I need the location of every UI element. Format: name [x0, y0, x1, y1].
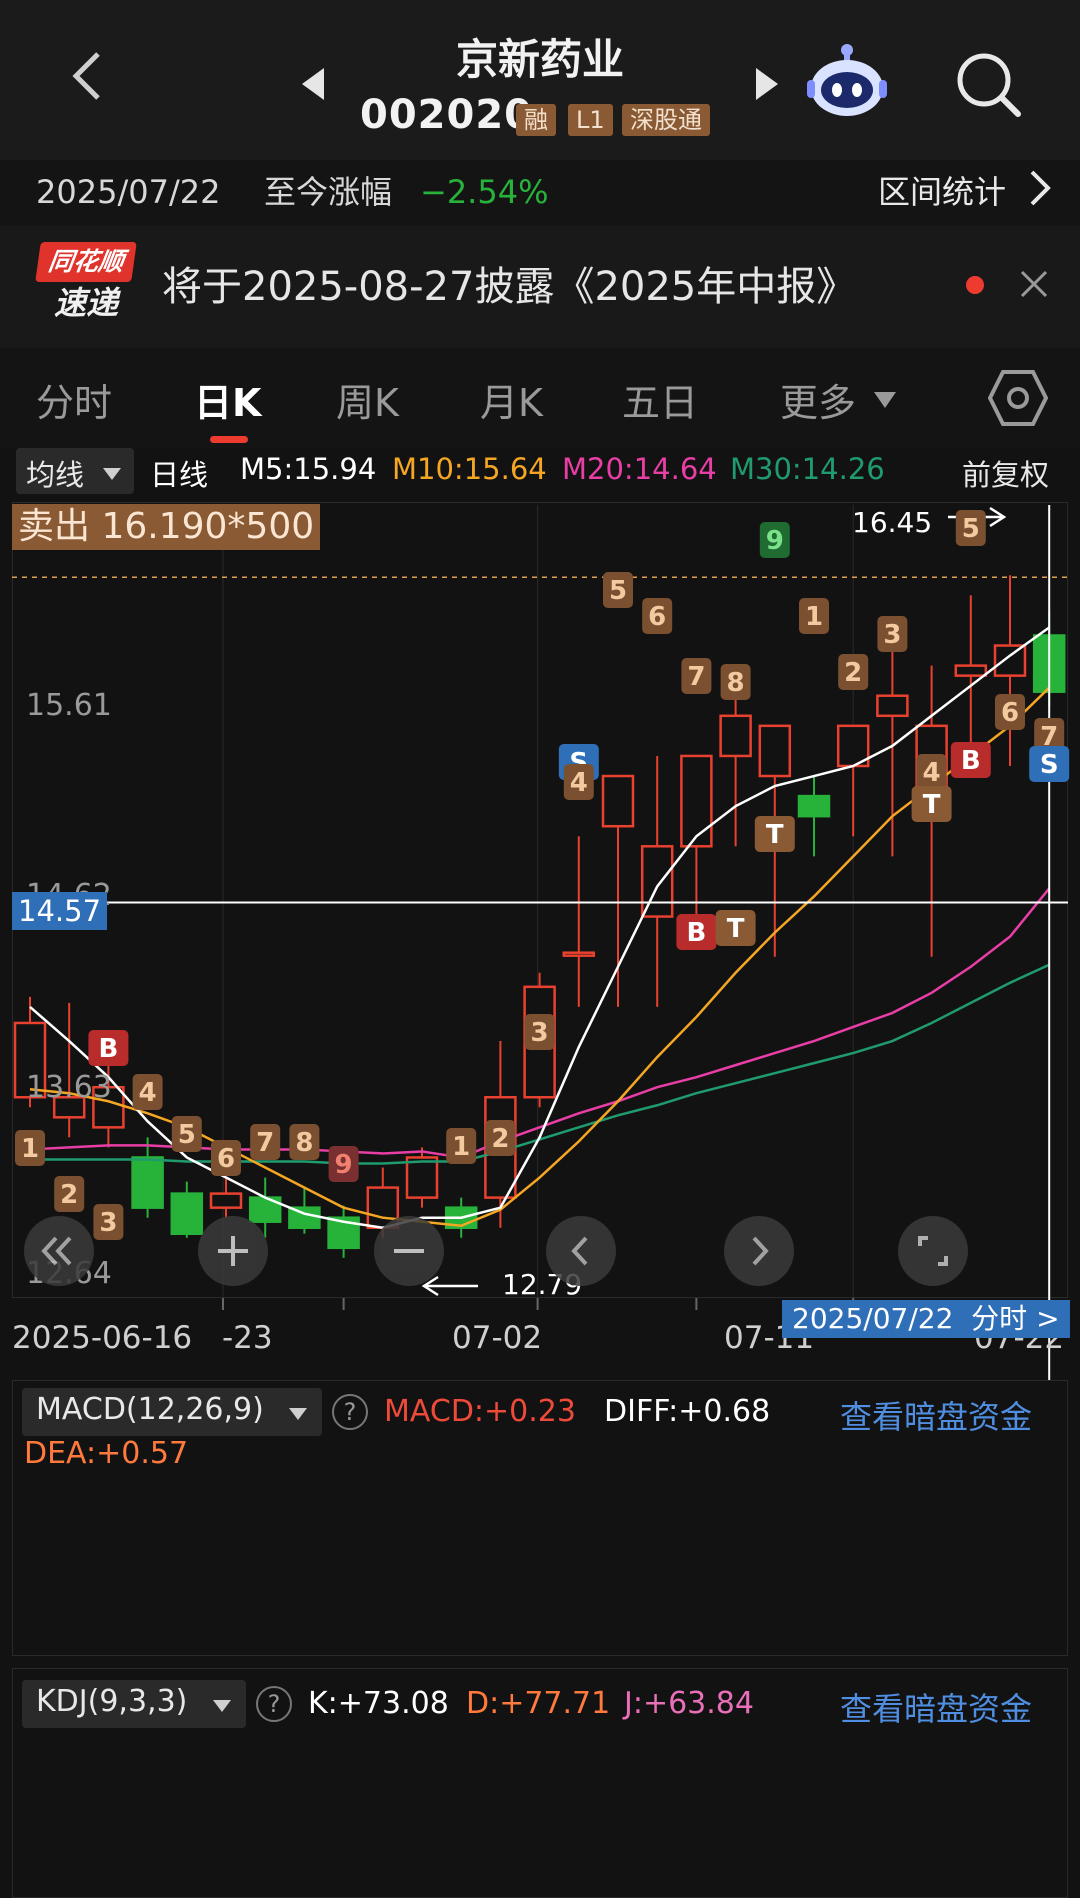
help-icon[interactable]: ? — [256, 1686, 292, 1722]
signal-tag-label: 8 — [295, 1128, 313, 1158]
signal-tag-label: T — [766, 820, 784, 850]
zoom-in-button[interactable] — [198, 1216, 268, 1286]
intraday-date-tag[interactable]: 2025/07/22 分时 > — [782, 1300, 1070, 1338]
signal-tag-label: 3 — [531, 1018, 549, 1048]
signal-tag-label: 5 — [609, 576, 627, 606]
signal-tag-label: 9 — [766, 526, 784, 556]
signal-tag-label: 5 — [178, 1120, 196, 1150]
candle-body — [680, 754, 713, 848]
zoom-out-button[interactable] — [374, 1216, 444, 1286]
signal-tag-label: 3 — [883, 620, 901, 650]
signal-tag-label: 6 — [1001, 698, 1019, 728]
candle-body — [797, 794, 831, 818]
kdj-label: KDJ(9,3,3) — [36, 1684, 188, 1719]
macd-label: MACD(12,26,9) — [36, 1392, 264, 1427]
candle-body — [719, 714, 752, 758]
trade-record-tag: 卖出 16.190*500 — [12, 504, 321, 550]
high-price-label: 16.45 — [852, 506, 933, 539]
fullscreen-button[interactable] — [898, 1216, 968, 1286]
signal-tag-label: 7 — [687, 662, 705, 692]
date-tick: 07-02 — [452, 1320, 543, 1356]
candle-body — [876, 694, 909, 718]
dea-value: DEA:+0.57 — [24, 1436, 189, 1471]
signal-tag-label: 6 — [648, 602, 666, 632]
dark-pool-link[interactable]: 查看暗盘资金 — [840, 1684, 1032, 1730]
candle-body — [131, 1156, 164, 1209]
help-icon[interactable]: ? — [332, 1394, 368, 1430]
kline-chart[interactable]: 123B4567 891 23S4567B8T9T1234TB567S — [0, 0, 1080, 1380]
signal-tag-label: 4 — [570, 768, 588, 798]
price-tick: 15.61 — [26, 688, 112, 723]
macd-value: MACD:+0.23 — [384, 1394, 576, 1429]
candle-body — [405, 1156, 439, 1199]
macd-caret-icon[interactable] — [288, 1406, 308, 1420]
date-tick: 2025-06-16 — [12, 1320, 193, 1356]
candle-body — [209, 1192, 243, 1209]
scroll-right-button[interactable] — [724, 1216, 794, 1286]
j-value: J:+63.84 — [624, 1686, 754, 1721]
signal-tag-label: 7 — [256, 1128, 274, 1158]
diff-value: DIFF:+0.68 — [604, 1394, 771, 1429]
candle-body — [758, 724, 792, 778]
signal-tag-label: 4 — [139, 1078, 157, 1108]
signal-tag-label: 9 — [335, 1150, 353, 1180]
signal-tag-label: T — [923, 790, 941, 820]
signal-tag-label: 1 — [21, 1134, 39, 1164]
dark-pool-link[interactable]: 查看暗盘资金 — [840, 1392, 1032, 1438]
date-tick: -23 — [222, 1320, 273, 1356]
signal-tag-label: 1 — [452, 1132, 470, 1162]
candle-body — [954, 664, 988, 677]
candle-body — [601, 774, 635, 828]
signal-tag-label: 6 — [217, 1144, 235, 1174]
signal-tag-label: 2 — [491, 1124, 509, 1154]
scroll-left-fast-button[interactable] — [24, 1216, 94, 1286]
signal-tag-label: B — [98, 1034, 118, 1064]
signal-tag-label: T — [727, 914, 745, 944]
signal-tag-label: B — [686, 918, 706, 948]
d-value: D:+77.71 — [466, 1686, 611, 1721]
signal-tag-label: 3 — [99, 1208, 117, 1238]
signal-tag-label: S — [1040, 750, 1059, 780]
k-value: K:+73.08 — [308, 1686, 449, 1721]
signal-tag-label: B — [961, 746, 981, 776]
price-tick: 13.63 — [26, 1070, 112, 1105]
signal-tag-label: 5 — [962, 514, 980, 544]
signal-tag-label: 1 — [805, 602, 823, 632]
kdj-caret-icon[interactable] — [212, 1698, 232, 1712]
crosshair-price-tag: 14.57 — [12, 892, 108, 930]
signal-tag-label: 2 — [844, 658, 862, 688]
candle-body — [993, 644, 1027, 677]
signal-tag-label: 8 — [727, 668, 745, 698]
signal-tag-label: 4 — [923, 758, 941, 788]
candle-body — [562, 951, 596, 957]
signal-tag-label: 2 — [60, 1180, 78, 1210]
scroll-left-button[interactable] — [546, 1216, 616, 1286]
